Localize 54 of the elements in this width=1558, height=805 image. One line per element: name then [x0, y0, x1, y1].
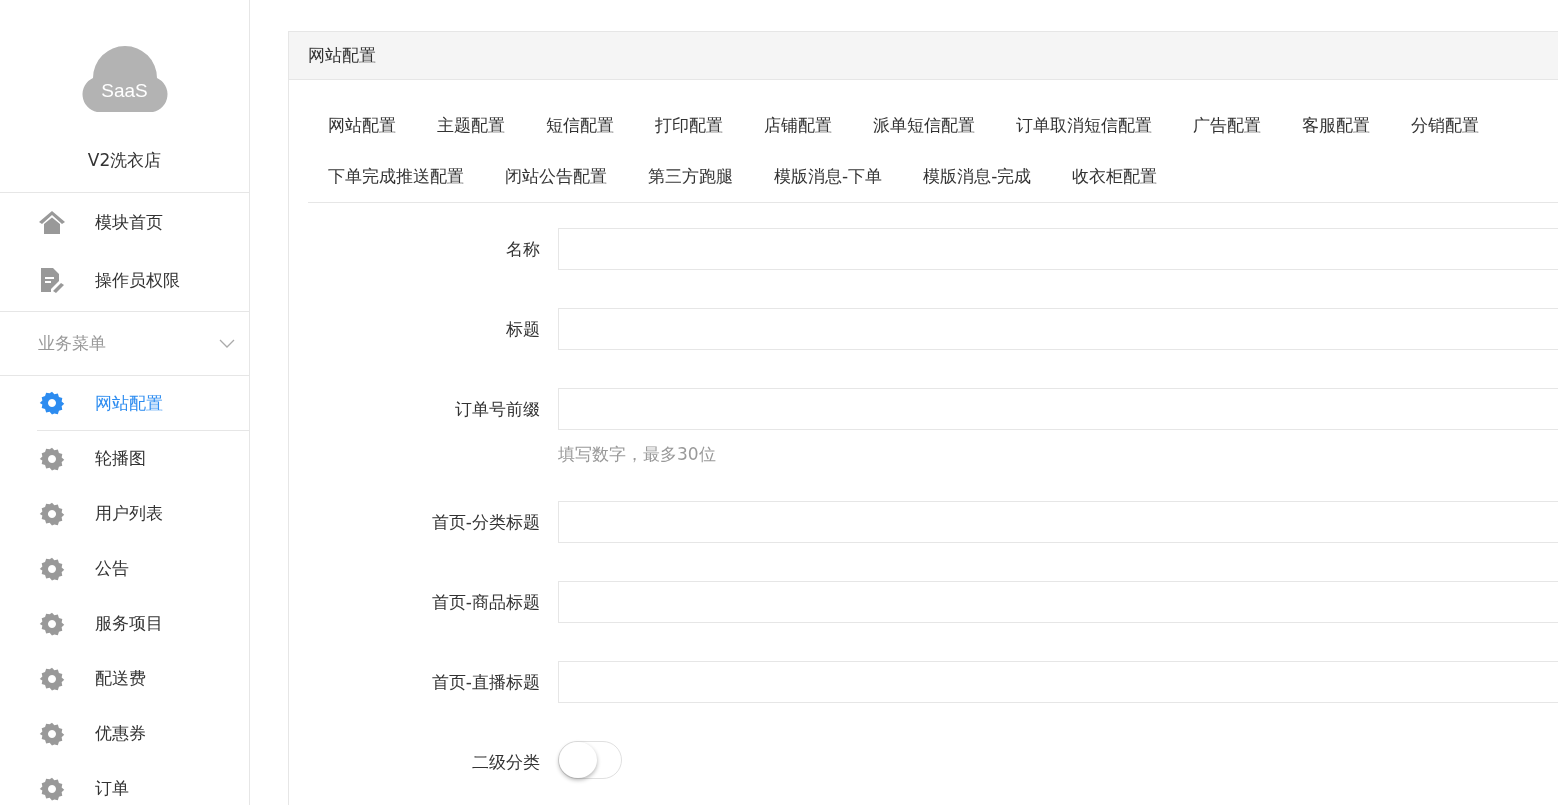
tab[interactable]: 客服配置 — [1282, 100, 1391, 151]
document-edit-icon — [39, 267, 65, 293]
gear-icon — [39, 720, 65, 747]
shop-name: V2洗衣店 — [87, 149, 162, 172]
tab[interactable]: 打印配置 — [635, 100, 744, 151]
menu-item[interactable]: 优惠券 — [37, 706, 249, 761]
gear-icon — [39, 775, 65, 802]
menu-item[interactable]: 订单 — [37, 761, 249, 805]
menu-item[interactable]: 服务项目 — [37, 596, 249, 651]
gear-icon — [39, 665, 65, 692]
input-field[interactable] — [558, 388, 1558, 430]
input-field[interactable] — [558, 308, 1558, 350]
tab[interactable]: 网站配置 — [308, 100, 417, 151]
gear-icon — [39, 500, 65, 527]
field-label: 首页-直播标题 — [430, 671, 541, 694]
field-label: 首页-分类标题 — [430, 511, 541, 534]
panel-title: 网站配置 — [308, 44, 376, 67]
field-label: 标题 — [505, 318, 541, 341]
tab[interactable]: 广告配置 — [1173, 100, 1282, 151]
menu-item[interactable]: 公告 — [37, 541, 249, 596]
field-label: 二级分类 — [471, 751, 541, 774]
input-field[interactable] — [558, 581, 1558, 623]
field-label: 首页-商品标题 — [430, 591, 541, 614]
field-hint: 填写数字，最多30位 — [558, 443, 717, 466]
house-icon — [39, 210, 65, 234]
menu-item[interactable]: 用户列表 — [37, 486, 249, 541]
gear-icon — [39, 555, 65, 582]
input-field[interactable] — [558, 228, 1558, 270]
gear-icon — [39, 610, 65, 637]
menu-item[interactable]: 轮播图 — [37, 431, 249, 486]
tab[interactable]: 下单完成推送配置 — [308, 151, 485, 202]
input-field[interactable] — [558, 501, 1558, 543]
tab[interactable]: 主题配置 — [417, 100, 526, 151]
tab[interactable]: 订单取消短信配置 — [996, 100, 1173, 151]
input-field[interactable] — [558, 661, 1558, 703]
tab[interactable]: 分销配置 — [1391, 100, 1500, 151]
tab[interactable]: 第三方跑腿 — [628, 151, 754, 202]
tab[interactable]: 收衣柜配置 — [1052, 151, 1179, 202]
tab[interactable]: 闭站公告配置 — [485, 151, 628, 202]
gear-icon — [39, 390, 65, 416]
toggle-switch[interactable] — [558, 741, 622, 779]
menu-item[interactable]: 操作员权限 — [0, 251, 249, 309]
field-label: 订单号前缀 — [454, 398, 541, 421]
menu-item[interactable]: 配送费 — [37, 651, 249, 706]
gear-icon — [39, 445, 65, 472]
menu-item[interactable]: 模块首页 — [0, 193, 249, 251]
tab[interactable]: 派单短信配置 — [853, 100, 996, 151]
tab[interactable]: 模版消息-完成 — [903, 151, 1053, 202]
logo-text: SaaS — [100, 80, 149, 102]
menu-item[interactable]: 网站配置 — [37, 376, 249, 431]
tab[interactable]: 短信配置 — [526, 100, 635, 151]
field-label: 名称 — [505, 238, 541, 261]
tab[interactable]: 店铺配置 — [744, 100, 853, 151]
tab[interactable]: 模版消息-下单 — [754, 151, 904, 202]
